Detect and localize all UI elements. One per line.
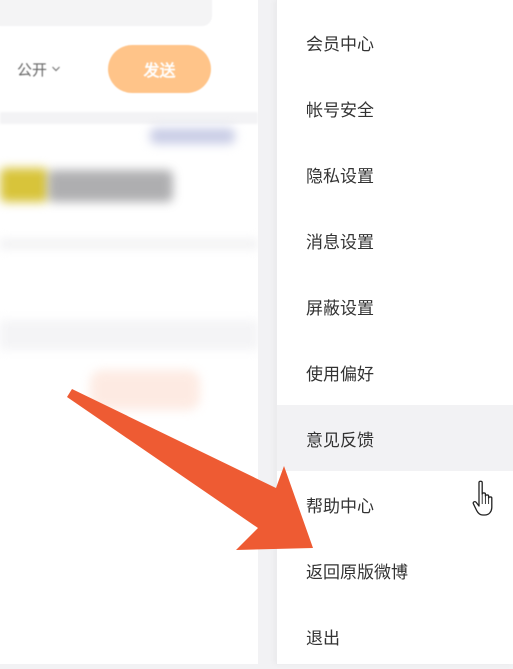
- send-button[interactable]: 发送: [108, 45, 211, 93]
- menu-item-feedback[interactable]: 意见反馈: [277, 405, 513, 471]
- menu-item-privacy-settings[interactable]: 隐私设置: [277, 141, 513, 207]
- menu-item-logout[interactable]: 退出: [277, 603, 513, 669]
- menu-item-label: 意见反馈: [306, 430, 374, 451]
- blurred-badge: [90, 370, 200, 410]
- menu-item-message-settings[interactable]: 消息设置: [277, 207, 513, 273]
- menu-item-label: 使用偏好: [306, 364, 374, 385]
- blurred-separator: [0, 240, 258, 248]
- menu-item-block-settings[interactable]: 屏蔽设置: [277, 273, 513, 339]
- feed-divider: [0, 112, 258, 124]
- menu-item-label: 帮助中心: [306, 496, 374, 517]
- blurred-username: [48, 170, 173, 202]
- menu-item-label: 消息设置: [306, 232, 374, 253]
- menu-item-label: 帐号安全: [306, 100, 374, 121]
- chevron-down-icon: [52, 66, 60, 72]
- menu-item-return-classic[interactable]: 返回原版微博: [277, 537, 513, 603]
- menu-item-preferences[interactable]: 使用偏好: [277, 339, 513, 405]
- visibility-label: 公开: [17, 60, 48, 79]
- menu-item-member-center[interactable]: 会员中心: [277, 9, 513, 75]
- menu-item-label: 返回原版微博: [306, 562, 408, 583]
- settings-menu: 会员中心 帐号安全 隐私设置 消息设置 屏蔽设置 使用偏好 意见反馈 帮助中心 …: [276, 0, 513, 664]
- menu-item-label: 退出: [306, 628, 340, 649]
- feed-panel: 公开 发送: [0, 0, 258, 664]
- compose-input[interactable]: [0, 0, 212, 26]
- menu-item-account-security[interactable]: 帐号安全: [277, 75, 513, 141]
- blurred-tag: [150, 128, 235, 144]
- menu-item-label: 会员中心: [306, 34, 374, 55]
- hand-pointer-icon: [472, 480, 493, 516]
- blurred-post-row: [0, 320, 258, 350]
- menu-item-label: 屏蔽设置: [306, 298, 374, 319]
- menu-item-label: 隐私设置: [306, 166, 374, 187]
- blurred-avatar: [0, 168, 48, 202]
- visibility-select[interactable]: 公开: [17, 58, 61, 80]
- menu-list: 会员中心 帐号安全 隐私设置 消息设置 屏蔽设置 使用偏好 意见反馈 帮助中心 …: [277, 9, 513, 669]
